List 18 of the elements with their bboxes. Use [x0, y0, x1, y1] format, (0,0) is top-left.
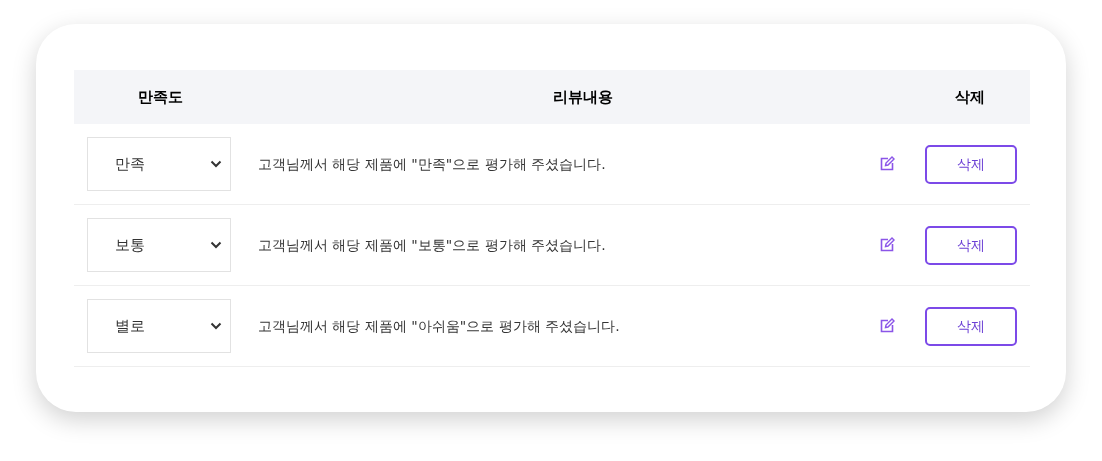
chevron-down-icon: [210, 241, 222, 249]
column-header: 삭제: [955, 87, 985, 106]
edit-icon[interactable]: [879, 156, 895, 172]
column-header: 만족도: [137, 87, 183, 106]
review-text: 고객님께서 해당 제품에 "보통"으로 평가해 주셨습니다.: [258, 236, 606, 253]
edit-icon[interactable]: [879, 318, 895, 334]
delete-button[interactable]: 삭제: [925, 306, 1017, 346]
chevron-down-icon: [210, 322, 222, 330]
rating-dropdown[interactable]: 별로: [87, 299, 231, 353]
delete-button[interactable]: 삭제: [925, 144, 1017, 184]
review-text: 고객님께서 해당 제품에 "만족"으로 평가해 주셨습니다.: [258, 155, 606, 172]
rating-dropdown[interactable]: 만족: [87, 137, 231, 191]
review-text: 고객님께서 해당 제품에 "아쉬움"으로 평가해 주셨습니다.: [258, 317, 620, 334]
edit-icon[interactable]: [879, 237, 895, 253]
chevron-down-icon: [210, 160, 222, 168]
column-header: 리뷰내용: [553, 87, 613, 106]
delete-button[interactable]: 삭제: [925, 225, 1017, 265]
rating-dropdown[interactable]: 보통: [87, 218, 231, 272]
